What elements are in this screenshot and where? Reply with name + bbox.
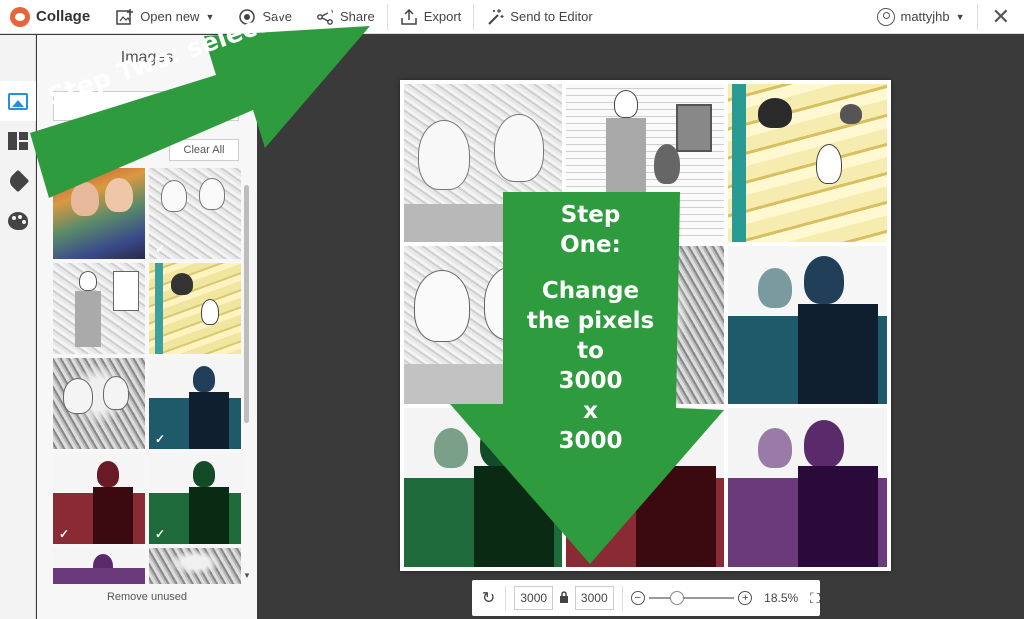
step-one-line: 3000 [558,368,623,394]
step-one-line: Change [541,278,640,304]
step-one-line: One: [560,232,621,258]
step-one-line: to [577,338,604,364]
step-one-line: the pixels [526,308,655,334]
step-one-line: 3000 [558,428,623,454]
step-one-text: Step One: Change the pixels to 3000 x 30… [503,200,678,456]
step-one-line: Step [560,202,621,228]
step-one-line: x [583,398,598,424]
